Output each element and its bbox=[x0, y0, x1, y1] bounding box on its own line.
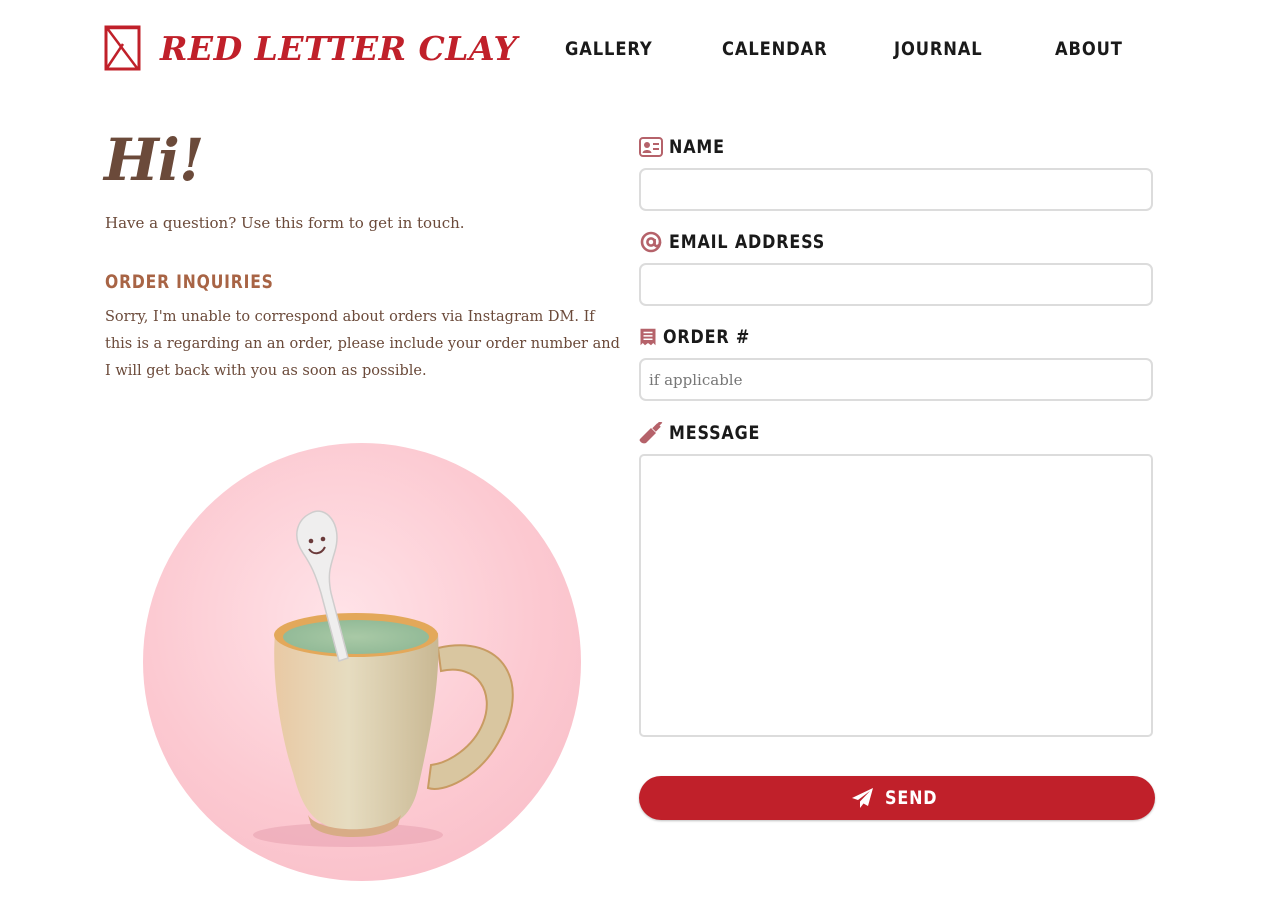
greeting-heading: Hi! bbox=[104, 126, 204, 194]
nav-journal[interactable]: JOURNAL bbox=[894, 38, 983, 60]
send-button-label: SEND bbox=[884, 787, 938, 809]
order-number-input[interactable] bbox=[639, 358, 1153, 401]
order-inquiries-body: Sorry, I'm unable to correspond about or… bbox=[105, 309, 620, 379]
name-input[interactable] bbox=[639, 168, 1153, 211]
name-label: NAME bbox=[639, 134, 736, 160]
receipt-icon bbox=[640, 328, 656, 346]
id-card-icon bbox=[639, 137, 663, 157]
at-sign-icon bbox=[640, 231, 662, 253]
paper-plane-icon bbox=[851, 788, 873, 808]
message-label-text: MESSAGE bbox=[669, 422, 761, 444]
order-label-text: ORDER # bbox=[663, 326, 751, 348]
email-input[interactable] bbox=[639, 263, 1153, 306]
email-label: EMAIL ADDRESS bbox=[639, 229, 855, 255]
nav-about[interactable]: ABOUT bbox=[1055, 38, 1123, 60]
mug-illustration bbox=[253, 510, 514, 847]
nav-gallery[interactable]: GALLERY bbox=[565, 38, 653, 60]
main-nav: GALLERY CALENDAR JOURNAL ABOUT bbox=[0, 38, 1280, 68]
message-label: MESSAGE bbox=[639, 420, 778, 446]
nav-calendar[interactable]: CALENDAR bbox=[722, 38, 828, 60]
bottle-icon bbox=[639, 422, 663, 444]
intro-text: Have a question? Use this form to get in… bbox=[105, 214, 465, 232]
name-label-text: NAME bbox=[669, 136, 725, 158]
email-label-text: EMAIL ADDRESS bbox=[669, 231, 826, 253]
message-textarea[interactable] bbox=[639, 454, 1153, 737]
send-button[interactable]: SEND bbox=[639, 776, 1155, 820]
order-inquiries-heading: ORDER INQUIRIES bbox=[105, 271, 274, 293]
order-label: ORDER # bbox=[639, 324, 767, 350]
mug-photo bbox=[143, 443, 581, 881]
